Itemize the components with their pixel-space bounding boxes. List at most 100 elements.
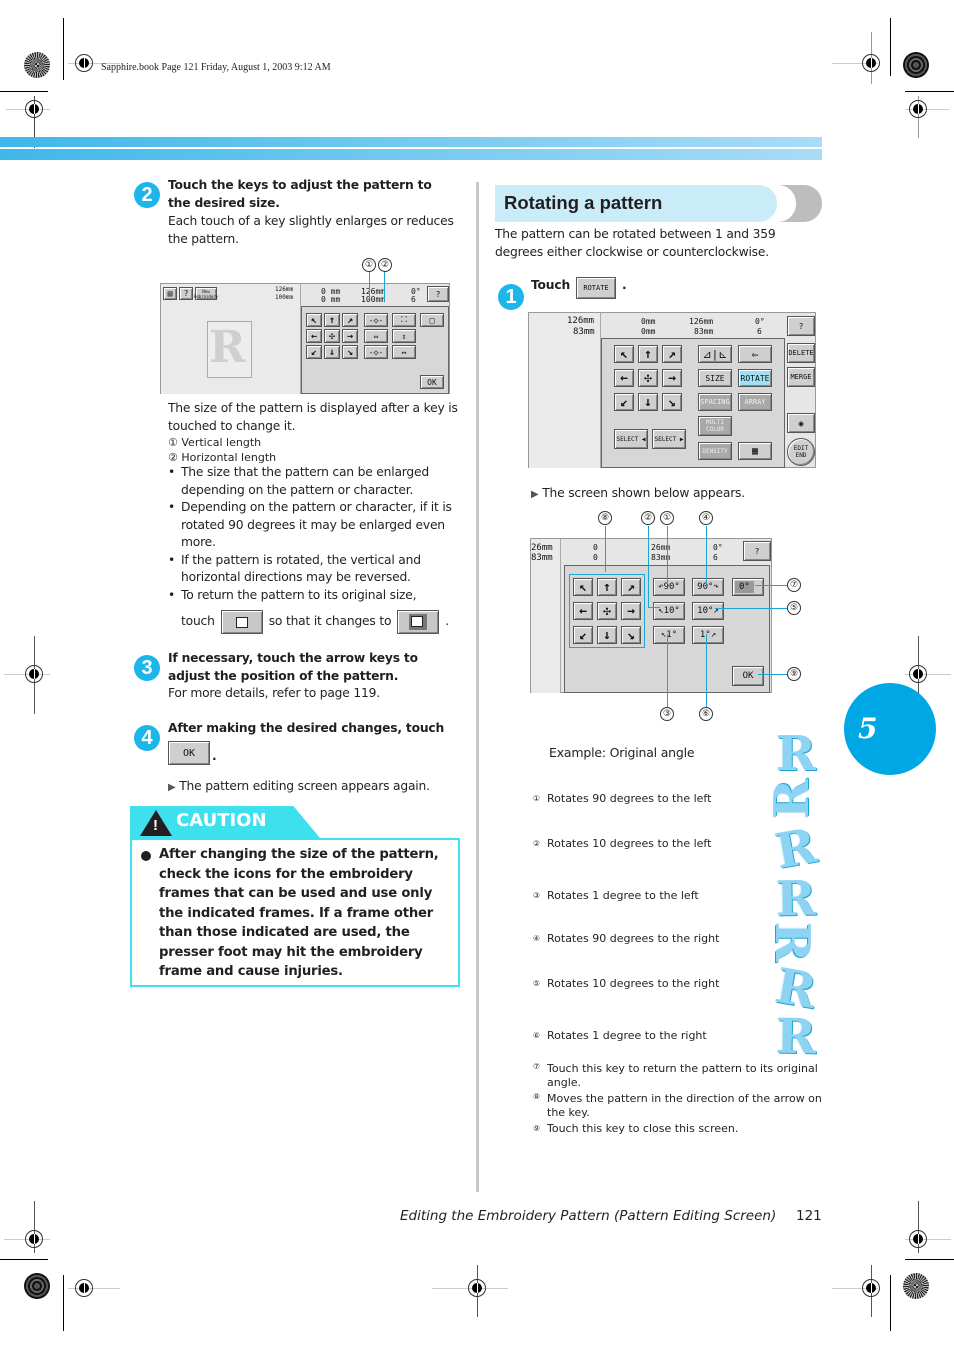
- arrow-key-down-right[interactable]: ↘: [342, 345, 358, 359]
- registration-mark-icon: [909, 1230, 927, 1248]
- caution-bullet-icon: [141, 851, 151, 861]
- flip-key[interactable]: ⇐: [738, 345, 772, 363]
- help-key[interactable]: ?: [179, 287, 193, 300]
- arrow-key-up-left[interactable]: ↖: [306, 313, 322, 327]
- rotate-right-90-key[interactable]: 90°↷: [692, 578, 724, 596]
- step3-title: If necessary, touch the arrow keys to ad…: [168, 651, 418, 683]
- legend-text: Horizontal length: [181, 451, 277, 464]
- callout-line: [758, 674, 787, 675]
- rotate-left-1-key[interactable]: ↖1°: [653, 626, 685, 644]
- size-screen-screenshot: ▤ ? New Embroidery 126mm 100mm R 0 mm 0 …: [160, 283, 450, 394]
- ok-key[interactable]: OK: [420, 375, 444, 389]
- rotate-key[interactable]: ROTATE: [738, 369, 772, 387]
- registration-mark-icon: [909, 665, 927, 683]
- enlarge-full-key[interactable]: ⛶: [392, 313, 416, 327]
- vertical-size-key[interactable]: ⇕: [392, 329, 416, 343]
- arrow-key-right[interactable]: →: [342, 329, 358, 343]
- mirror-key[interactable]: ⊿|⊾: [698, 345, 732, 363]
- reduce-key[interactable]: -◇-: [364, 345, 388, 359]
- callout-line: [605, 526, 606, 572]
- registration-rosette-icon: [903, 52, 929, 78]
- help-key[interactable]: ?: [743, 541, 771, 561]
- new-embroidery-key[interactable]: New Embroidery: [194, 287, 218, 300]
- arrow-key-center[interactable]: ✣: [324, 329, 340, 343]
- example-r-left-90: R: [763, 779, 820, 819]
- layout-key[interactable]: ▤: [163, 287, 177, 300]
- registration-mark-icon: [468, 1279, 486, 1297]
- arrow-key-up-left[interactable]: ↖: [614, 345, 634, 363]
- registration-mark-icon: [862, 1279, 880, 1297]
- step4-title: After making the desired changes, touch: [168, 721, 445, 735]
- arrow-key-left[interactable]: ←: [306, 329, 322, 343]
- legend-item: ⑦ Touch this key to return the pattern to…: [532, 1062, 818, 1089]
- arrow-key-down-left[interactable]: ↙: [306, 345, 322, 359]
- caution-label: CAUTION: [176, 810, 267, 831]
- colors: 6: [411, 295, 416, 304]
- arrow-key-left[interactable]: ←: [614, 369, 634, 387]
- rotate-right-1-key[interactable]: 1°↗: [692, 626, 724, 644]
- rotate-left-90-key[interactable]: ↶90°: [653, 578, 685, 596]
- size-key[interactable]: SIZE: [698, 369, 732, 387]
- arrow-key-up-right[interactable]: ↗: [342, 313, 358, 327]
- array-key[interactable]: ARRAY: [738, 393, 772, 411]
- arrow-key-down[interactable]: ↓: [638, 393, 658, 411]
- section-intro: The pattern can be rotated between 1 and…: [495, 227, 776, 259]
- arrow-key-up[interactable]: ↑: [324, 313, 340, 327]
- rotate-left-10-key[interactable]: ↖10°: [653, 602, 685, 620]
- angle: 0°: [713, 543, 723, 552]
- ok-key[interactable]: OK: [732, 666, 764, 686]
- callout-3: ③: [660, 707, 674, 721]
- delete-key[interactable]: DELETE: [787, 343, 815, 363]
- arrow-key-down[interactable]: ↓: [324, 345, 340, 359]
- step4-ok-line: OK .: [168, 741, 217, 765]
- arrow-key-up[interactable]: ↑: [638, 345, 658, 363]
- crop-mark: [63, 18, 64, 80]
- size-reset-key-on: [397, 610, 440, 634]
- callout-2: ②: [378, 258, 392, 272]
- reduce-width-key[interactable]: ↔: [392, 345, 416, 359]
- callout-9: ⑨: [787, 667, 801, 681]
- arrow-key-right[interactable]: →: [662, 369, 682, 387]
- spacing-key[interactable]: SPACING: [698, 393, 732, 411]
- preview-size-h: 100mm: [275, 294, 294, 301]
- arrow-key-center[interactable]: ✣: [638, 369, 658, 387]
- reset-angle-key[interactable]: 0°: [732, 578, 764, 596]
- step-badge-2: 2: [134, 182, 160, 208]
- select-prev-key[interactable]: SELECT ◀: [614, 429, 648, 449]
- callout-line: [667, 634, 668, 707]
- color-list-key[interactable]: ▦: [738, 442, 772, 460]
- callout-1: ①: [362, 258, 376, 272]
- preview-size-v: 126mm: [275, 286, 294, 293]
- arrow-keys-highlight: [569, 574, 645, 648]
- help-key[interactable]: ?: [427, 286, 449, 302]
- preview-size-h: 83mm: [573, 327, 595, 337]
- bullet-text: If the pattern is rotated, the vertical …: [181, 552, 421, 585]
- screen-appears-note: ▶ The screen shown below appears.: [531, 486, 745, 500]
- touch-word: touch: [181, 614, 215, 629]
- edit-end-key[interactable]: EDIT END: [787, 438, 815, 466]
- help-key[interactable]: ?: [787, 316, 815, 336]
- density-key[interactable]: DENSITY: [698, 442, 732, 460]
- multi-color-key[interactable]: MULTI COLOR: [698, 416, 732, 436]
- callout-1: ①: [660, 511, 674, 525]
- select-next-key[interactable]: SELECT ▶: [652, 429, 686, 449]
- frame-key[interactable]: ◉: [787, 413, 815, 433]
- arrow-key-down-left[interactable]: ↙: [614, 393, 634, 411]
- registration-rosette-icon: [24, 52, 50, 78]
- enlarge-key[interactable]: -◇-: [364, 313, 388, 327]
- angle: 0°: [755, 317, 765, 326]
- horizontal-size-key[interactable]: ⇔: [364, 329, 388, 343]
- preview-area: ▤ ? New Embroidery 126mm 100mm R: [161, 284, 301, 394]
- preview-size-v: 126mm: [567, 316, 595, 326]
- callout-line: [755, 585, 787, 586]
- arrow-key-down-right[interactable]: ↘: [662, 393, 682, 411]
- preview-size-h: 83mm: [531, 553, 553, 563]
- rotate-screen-screenshot: 26mm 83mm 0 0 26mm 83mm 0° 6 ? ↖ ↑ ↗ ← ✣…: [530, 538, 772, 693]
- registration-mark-icon: [909, 100, 927, 118]
- crop-mark: [905, 1259, 954, 1260]
- callout-2: ②: [641, 511, 655, 525]
- arrow-key-up-right[interactable]: ↗: [662, 345, 682, 363]
- rotate-right-10-key[interactable]: 10°↗: [692, 602, 724, 620]
- reset-size-key[interactable]: □: [420, 313, 444, 327]
- merge-key[interactable]: MERGE: [787, 367, 815, 387]
